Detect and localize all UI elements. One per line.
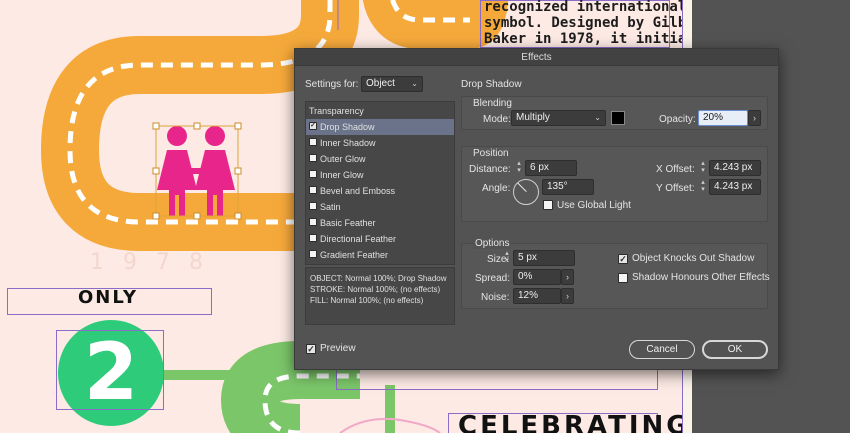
distance-input[interactable]: 6 px: [525, 160, 577, 176]
list-item-label: Bevel and Emboss: [320, 186, 396, 196]
list-item-label: Inner Glow: [320, 170, 364, 180]
badge-text-frame[interactable]: [56, 330, 164, 410]
chevron-down-icon: ⌄: [594, 113, 601, 122]
list-header-transparency[interactable]: Transparency: [306, 103, 454, 119]
opacity-arrow-icon[interactable]: ›: [748, 110, 761, 126]
blend-mode-value: Multiply: [516, 112, 550, 123]
list-item-label: Directional Feather: [320, 234, 397, 244]
list-item-inner-glow[interactable]: Inner Glow: [306, 167, 454, 183]
angle-input[interactable]: 135°: [542, 179, 594, 195]
angle-dial[interactable]: [513, 179, 539, 205]
cancel-button[interactable]: Cancel: [629, 340, 695, 359]
position-title: Position: [473, 148, 509, 159]
effects-list: Transparency ✓ Drop Shadow Inner Shadow …: [305, 101, 455, 265]
use-global-light-label: Use Global Light: [557, 200, 631, 211]
knocks-out-label: Object Knocks Out Shadow: [632, 253, 755, 264]
guide-frame: [336, 370, 658, 390]
mode-label: Mode:: [483, 114, 511, 125]
settings-for-label: Settings for:: [305, 79, 359, 90]
honours-effects-checkbox[interactable]: [618, 273, 628, 283]
preview-checkbox[interactable]: ✓: [306, 344, 316, 354]
celebrating-heading: CELEBRATING: [458, 411, 691, 433]
gradient-feather-checkbox[interactable]: [309, 250, 317, 258]
blending-title: Blending: [473, 98, 512, 109]
preview-label: Preview: [320, 343, 356, 354]
spread-label: Spread:: [475, 273, 511, 284]
ok-button[interactable]: OK: [702, 340, 768, 359]
outer-glow-checkbox[interactable]: [309, 154, 317, 162]
size-input[interactable]: 5 px: [513, 250, 575, 266]
y-offset-label: Y Offset:: [656, 183, 695, 194]
x-offset-stepper-icon[interactable]: ▴ ▾: [698, 160, 708, 176]
list-item-inner-shadow[interactable]: Inner Shadow: [306, 135, 454, 151]
summary-object: OBJECT: Normal 100%; Drop Shadow: [310, 274, 447, 283]
section-title: Drop Shadow: [461, 79, 522, 90]
effects-dialog: Effects Settings for: Object ⌄ Drop Shad…: [294, 48, 779, 370]
opacity-label: Opacity:: [659, 114, 696, 125]
noise-arrow-icon[interactable]: ›: [561, 288, 574, 304]
y-offset-input[interactable]: 4.243 px: [709, 179, 761, 195]
list-item-basic-feather[interactable]: Basic Feather: [306, 215, 454, 231]
dialog-title[interactable]: Effects: [295, 49, 778, 66]
options-title: Options: [473, 238, 512, 249]
blend-mode-select[interactable]: Multiply ⌄: [511, 110, 606, 126]
settings-for-select[interactable]: Object ⌄: [361, 76, 423, 92]
basic-feather-checkbox[interactable]: [309, 218, 317, 226]
body-text-line-3: Baker in 1978, it initially: [484, 31, 712, 47]
opacity-input[interactable]: 20%: [698, 110, 748, 126]
inner-glow-checkbox[interactable]: [309, 170, 317, 178]
effects-summary: OBJECT: Normal 100%; Drop Shadow STROKE:…: [305, 267, 455, 325]
list-item-label: Gradient Feather: [320, 250, 389, 260]
spread-input[interactable]: 0%: [513, 269, 561, 285]
y-offset-stepper-icon[interactable]: ▴ ▾: [698, 179, 708, 195]
x-offset-label: X Offset:: [656, 164, 695, 175]
inner-shadow-checkbox[interactable]: [309, 138, 317, 146]
settings-for-value: Object: [366, 78, 395, 89]
shadow-color-swatch[interactable]: [611, 111, 625, 125]
honours-effects-label: Shadow Honours Other Effects: [632, 272, 770, 283]
use-global-light-checkbox[interactable]: [543, 200, 553, 210]
spread-arrow-icon[interactable]: ›: [561, 269, 574, 285]
faint-year-text: 1 9 7 8: [90, 250, 209, 275]
drop-shadow-checkbox[interactable]: ✓: [309, 122, 317, 130]
list-item-satin[interactable]: Satin: [306, 199, 454, 215]
knocks-out-checkbox[interactable]: ✓: [618, 254, 628, 264]
summary-fill: FILL: Normal 100%; (no effects): [310, 296, 424, 305]
angle-label: Angle:: [482, 183, 511, 194]
list-item-directional-feather[interactable]: Directional Feather: [306, 231, 454, 247]
bevel-emboss-checkbox[interactable]: [309, 186, 317, 194]
noise-input[interactable]: 12%: [513, 288, 561, 304]
list-item-bevel-emboss[interactable]: Bevel and Emboss: [306, 183, 454, 199]
distance-label: Distance:: [469, 164, 511, 175]
angle-hand: [517, 182, 527, 192]
only-heading: ONLY: [78, 287, 139, 308]
body-text-line-2: symbol. Designed by Gilbert: [484, 15, 712, 31]
distance-stepper-icon[interactable]: ▴ ▾: [514, 160, 524, 176]
noise-label: Noise:: [481, 292, 510, 303]
list-item-label: Satin: [320, 202, 341, 212]
satin-checkbox[interactable]: [309, 202, 317, 210]
size-stepper-icon[interactable]: ▴ ▾: [502, 250, 512, 266]
chevron-down-icon: ⌄: [411, 79, 418, 88]
list-item-outer-glow[interactable]: Outer Glow: [306, 151, 454, 167]
x-offset-input[interactable]: 4.243 px: [709, 160, 761, 176]
list-item-label: Drop Shadow: [320, 122, 375, 132]
list-item-gradient-feather[interactable]: Gradient Feather: [306, 247, 454, 263]
list-item-label: Basic Feather: [320, 218, 376, 228]
list-item-label: Inner Shadow: [320, 138, 376, 148]
summary-stroke: STROKE: Normal 100%; (no effects): [310, 285, 441, 294]
list-item-label: Outer Glow: [320, 154, 366, 164]
directional-feather-checkbox[interactable]: [309, 234, 317, 242]
list-item-drop-shadow[interactable]: ✓ Drop Shadow: [306, 119, 454, 135]
